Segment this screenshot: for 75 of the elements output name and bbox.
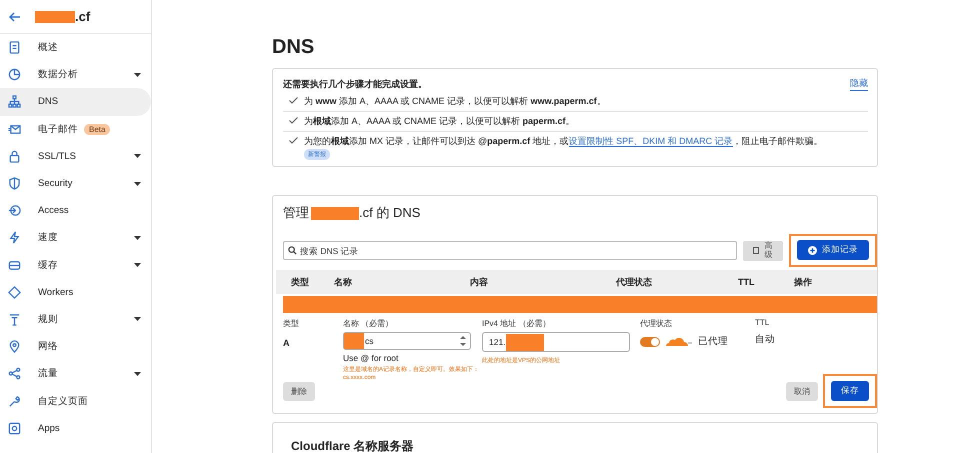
pie-icon bbox=[8, 68, 21, 82]
cancel-button[interactable]: 取消 bbox=[786, 382, 818, 400]
cloud-icon bbox=[666, 336, 692, 346]
setup-title: 还需要执行几个步骤才能完成设置。 bbox=[283, 78, 427, 90]
step-text: 为根域添加 A、AAAA 或 CNAME 记录，以便可以解析 paperm.cf。 bbox=[304, 116, 575, 126]
sidebar-item[interactable]: 速度 bbox=[0, 224, 151, 252]
step-text: 为您的根域添加 MX 记录，让邮件可以到达 @paperm.cf 地址，或设置限制性 SPF、DKIM 和 DMARC 记录，阻止电子邮件欺骗。 bbox=[304, 136, 823, 147]
name-hint: Use @ for root bbox=[343, 353, 400, 363]
sidebar-item[interactable]: Security bbox=[0, 170, 151, 198]
add-record-button[interactable]: 添加记录 bbox=[797, 240, 869, 260]
shield-icon bbox=[8, 177, 21, 190]
dns-title-suffix: .cf 的 DNS bbox=[359, 204, 420, 222]
pin-icon bbox=[8, 340, 21, 354]
spinner-icon bbox=[460, 334, 466, 348]
name-input[interactable]: cs bbox=[343, 332, 471, 350]
back-arrow-icon[interactable] bbox=[9, 12, 21, 22]
drive-icon bbox=[8, 258, 21, 272]
ttl-value: 自动 bbox=[755, 333, 775, 346]
share-icon bbox=[8, 367, 21, 380]
square-icon bbox=[8, 422, 21, 435]
type-label: 类型 bbox=[283, 318, 300, 329]
dns-title-prefix: 管理 bbox=[283, 204, 309, 222]
lock-icon bbox=[8, 150, 21, 163]
sidebar-item[interactable]: 概述 bbox=[0, 34, 151, 62]
tree-icon bbox=[8, 95, 21, 108]
dmarc-link[interactable]: 设置限制性 SPF、DKIM 和 DMARC 记录 bbox=[568, 136, 733, 147]
search-field[interactable]: 搜索 DNS 记录 bbox=[283, 241, 737, 260]
check-icon bbox=[289, 137, 298, 144]
beta-badge: Beta bbox=[84, 124, 110, 135]
sidebar-item[interactable]: 规则 bbox=[0, 306, 151, 334]
name-label: 名称 （必需） bbox=[343, 318, 394, 329]
step-text: 为 www 添加 A、AAAA 或 CNAME 记录，以便可以解析 www.paperm.cf。 bbox=[304, 96, 606, 106]
proxy-label: 代理状态 bbox=[640, 318, 673, 329]
sidebar-item[interactable]: 数据分析 bbox=[0, 61, 151, 88]
check-icon bbox=[289, 97, 298, 104]
sidebar-item[interactable]: 网络 bbox=[0, 333, 151, 360]
sidebar-item[interactable]: 缓存 bbox=[0, 252, 151, 279]
column-header: 代理状态 bbox=[616, 276, 653, 288]
nameservers-title: Cloudflare 名称服务器 bbox=[291, 439, 414, 453]
redaction-bar bbox=[311, 206, 359, 220]
column-header: 内容 bbox=[470, 276, 489, 288]
doc-icon bbox=[8, 41, 21, 54]
sidebar-item[interactable]: Apps bbox=[0, 414, 151, 442]
domain-name: .cf bbox=[75, 9, 90, 24]
sidebar-item[interactable]: DNS bbox=[0, 88, 151, 116]
search-icon bbox=[288, 246, 297, 255]
save-button[interactable]: 保存 bbox=[831, 381, 869, 401]
sidebar-item[interactable]: 自定义页面 bbox=[0, 387, 151, 415]
sidebar-item[interactable]: Workers bbox=[0, 278, 151, 306]
plus-circle-icon bbox=[808, 246, 817, 254]
sidebar-item[interactable]: 电子邮件 Beta bbox=[0, 116, 151, 143]
proxy-toggle[interactable] bbox=[640, 336, 660, 346]
redaction-bar bbox=[35, 10, 75, 22]
sidebar-item[interactable]: 流量 bbox=[0, 360, 151, 388]
page-title: DNS bbox=[272, 36, 316, 59]
advanced-button[interactable]: 高级 bbox=[743, 240, 783, 260]
check-icon bbox=[289, 117, 298, 124]
enter-icon bbox=[8, 204, 21, 218]
type-value: A bbox=[283, 338, 290, 348]
bolt-icon bbox=[8, 231, 21, 244]
column-header: 名称 bbox=[334, 276, 353, 288]
delete-button[interactable]: 删除 bbox=[283, 382, 315, 400]
ipv4-input[interactable]: 121. bbox=[482, 332, 630, 352]
ttl-label: TTL bbox=[755, 318, 770, 327]
hide-link[interactable]: 隐藏 bbox=[850, 77, 868, 91]
sidebar-item[interactable]: Access bbox=[0, 197, 151, 224]
mail-icon bbox=[8, 122, 21, 136]
column-header: 操作 bbox=[794, 276, 812, 288]
diamond-icon bbox=[8, 286, 21, 299]
proxy-status: 已代理 bbox=[698, 335, 728, 348]
ipv4-label: IPv4 地址 （必需） bbox=[482, 318, 552, 329]
column-header: 类型 bbox=[290, 276, 310, 288]
column-header: TTL bbox=[738, 277, 756, 287]
sidebar-item[interactable]: SSL/TLS bbox=[0, 142, 151, 170]
document-icon bbox=[753, 247, 760, 254]
